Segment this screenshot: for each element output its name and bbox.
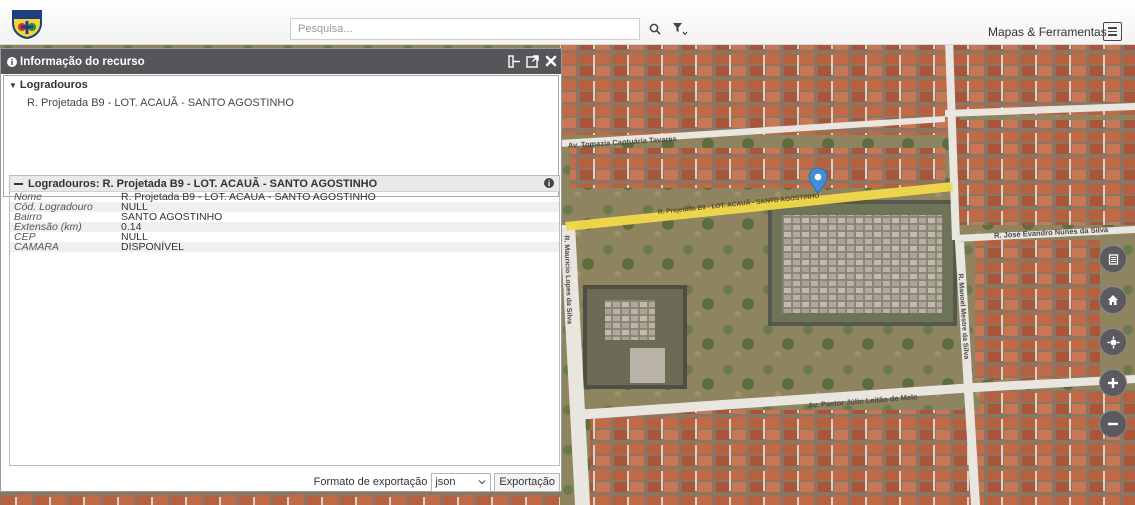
zoom-in-icon [1108, 378, 1118, 388]
export-format-label: Formato de exportação [313, 476, 428, 488]
table-row: Extensão (km) 0.14 [10, 222, 559, 232]
triangle-down-icon: ▼ [9, 81, 17, 90]
chevron-down-icon [478, 479, 486, 484]
attr-value: DISPONÍVEL [117, 242, 559, 252]
detail-title: Logradouros: R. Projetada B9 - LOT. ACAU… [28, 177, 378, 190]
filter-button[interactable] [668, 18, 692, 40]
top-bar: Mapas & Ferramentas [0, 0, 1135, 45]
detail-header[interactable]: Logradouros: R. Projetada B9 - LOT. ACAU… [10, 176, 559, 192]
panel-title: Informação do recurso [20, 55, 145, 68]
menu-button[interactable] [1103, 22, 1122, 41]
menu-icon [1108, 27, 1117, 29]
attr-value: SANTO AGOSTINHO [121, 211, 223, 223]
location-marker-icon[interactable] [808, 168, 828, 194]
panel-header[interactable]: Informação do recurso [1, 49, 561, 74]
zoom-out-button[interactable] [1099, 410, 1127, 438]
export-bar: Formato de exportação json Exportação [9, 472, 560, 492]
close-icon [545, 55, 556, 67]
home-button[interactable] [1099, 286, 1127, 314]
feature-detail: Logradouros: R. Projetada B9 - LOT. ACAU… [9, 175, 560, 466]
close-button[interactable] [544, 53, 557, 69]
export-button[interactable]: Exportação [494, 472, 560, 492]
info-icon [7, 56, 17, 67]
tools-menu-label[interactable]: Mapas & Ferramentas [988, 25, 1107, 39]
table-row: CEP NULL [10, 232, 559, 243]
attr-value: 0.14 [117, 222, 559, 232]
zoom-out-icon [1108, 422, 1118, 426]
table-row: Bairro SANTO AGOSTINHO [10, 211, 559, 223]
table-row: Cód. Logradouro NULL [10, 202, 559, 212]
dock-button[interactable] [508, 53, 521, 69]
tree-item-feature[interactable]: R. Projetada B9 - LOT. ACAUÃ - SANTO AGO… [27, 97, 553, 109]
legend-button[interactable] [1099, 245, 1127, 273]
external-window-icon [526, 54, 539, 68]
resource-info-panel: Informação do recurso ▼ Logradouros R. P… [0, 48, 562, 492]
search-input[interactable] [291, 19, 639, 39]
panel-tools [508, 53, 557, 69]
attribute-table: Nome R. Projetada B9 - LOT. ACAUÃ - SANTO… [10, 192, 559, 252]
table-row: CAMARA DISPONÍVEL [10, 242, 559, 252]
tree-group-logradouros[interactable]: ▼ Logradouros [9, 79, 553, 91]
legend-icon [1108, 253, 1118, 265]
collapse-icon [14, 182, 23, 185]
zoom-in-button[interactable] [1099, 369, 1127, 397]
attr-value: R. Projetada B9 - LOT. ACAUÃ - SANTO AGO… [121, 191, 376, 203]
popout-button[interactable] [526, 53, 539, 69]
locate-button[interactable] [1099, 328, 1127, 356]
search-icon [649, 23, 661, 35]
city-logo-icon[interactable] [10, 7, 44, 39]
attr-key: CAMARA [10, 242, 117, 252]
export-format-select[interactable]: json [431, 472, 492, 492]
locate-icon [1107, 336, 1119, 348]
dock-icon [508, 54, 520, 68]
home-icon [1108, 295, 1118, 305]
export-format-value: json [435, 476, 456, 488]
search-button[interactable] [643, 18, 667, 40]
search-box [290, 18, 640, 40]
info-icon[interactable]: i [544, 178, 554, 188]
filter-icon [673, 23, 688, 36]
tree-group-label: Logradouros [19, 79, 88, 91]
